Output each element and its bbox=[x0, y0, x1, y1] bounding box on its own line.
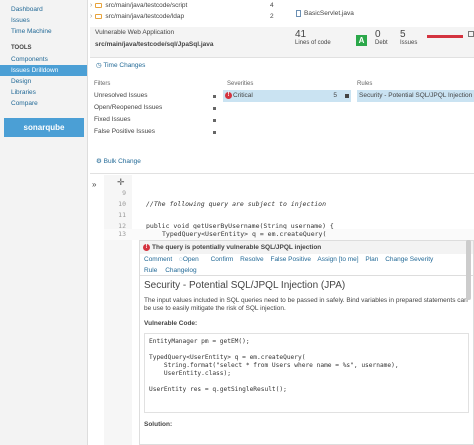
critical-icon: ! bbox=[225, 92, 232, 99]
issues-value: 5 bbox=[400, 29, 406, 40]
nav-components[interactable]: Components bbox=[0, 54, 87, 65]
folder-icon bbox=[95, 13, 103, 19]
tools-heading: TOOLS bbox=[11, 45, 32, 51]
file-count: 4 bbox=[270, 2, 274, 9]
resolve-button[interactable]: Resolve bbox=[240, 256, 263, 263]
nav-libraries[interactable]: Libraries bbox=[0, 87, 87, 98]
vulnerable-code-label: Vulnerable Code: bbox=[144, 320, 198, 327]
crosshair-icon[interactable]: ✛ bbox=[117, 177, 125, 188]
filter-label: Open/Reopened Issues bbox=[94, 104, 163, 111]
plan-button[interactable]: Plan bbox=[365, 256, 378, 263]
left-navigation: Dashboard Issues Time Machine TOOLS Comp… bbox=[0, 0, 88, 445]
chevron-right-icon: › bbox=[90, 2, 93, 9]
false-positive-button[interactable]: False Positive bbox=[270, 256, 310, 263]
code-line[interactable]: 9 bbox=[104, 188, 474, 199]
tab-rule[interactable]: Rule bbox=[144, 267, 157, 274]
nav-issues-drilldown[interactable]: Issues Drilldown bbox=[0, 65, 87, 76]
severities-heading: Severities bbox=[227, 81, 254, 87]
file-count: 2 bbox=[270, 13, 274, 20]
filter-label: False Positive Issues bbox=[94, 128, 156, 135]
code-line-issue[interactable]: 13 TypedQuery<UserEntity> q = em.createQu… bbox=[104, 229, 474, 241]
filter-false-positive[interactable]: False Positive Issues bbox=[94, 126, 216, 138]
loc-value: 41 bbox=[295, 29, 307, 40]
filters-heading: Filters bbox=[94, 81, 111, 87]
project-name[interactable]: Vulnerable Web Application bbox=[95, 29, 174, 36]
gears-icon: ⚙ bbox=[96, 158, 104, 165]
issue-actions: Comment ◌Open Confirm Resolve False Posi… bbox=[140, 254, 473, 265]
maintainability-grade: A bbox=[356, 35, 367, 46]
debt-label: Debt bbox=[375, 40, 388, 46]
filter-label: Fixed Issues bbox=[94, 116, 131, 123]
code-line[interactable]: 10 //The following query are subject to i… bbox=[104, 199, 474, 210]
folder-path: src/main/java/testcode/ldap bbox=[105, 13, 185, 20]
line-text: //The following query are subject to inj… bbox=[146, 200, 327, 208]
tab-changelog[interactable]: Changelog bbox=[165, 267, 196, 274]
status-open-label: Open bbox=[182, 256, 199, 263]
issues-severity-bar bbox=[427, 35, 463, 38]
folder-path: src/main/java/testcode/script bbox=[105, 2, 188, 9]
file-path: src/main/java/testcode/sql/JpaSql.java bbox=[95, 41, 214, 48]
scrollbar[interactable] bbox=[466, 240, 471, 300]
confirm-button[interactable]: Confirm bbox=[211, 256, 234, 263]
line-number: 13 bbox=[118, 230, 126, 238]
severity-dot bbox=[345, 94, 349, 98]
issue-message: The query is potentially vulnerable SQL/… bbox=[152, 244, 322, 251]
solution-label: Solution: bbox=[144, 421, 173, 428]
bulk-change-link[interactable]: ⚙ Bulk Change bbox=[96, 157, 141, 165]
debt-value: 0 bbox=[375, 29, 381, 40]
rules-heading: Rules bbox=[357, 81, 373, 87]
file-header: Vulnerable Web Application src/main/java… bbox=[90, 27, 474, 58]
status-open[interactable]: ◌Open bbox=[179, 256, 204, 263]
critical-icon: ! bbox=[143, 244, 150, 251]
issue-box: ! The query is potentially vulnerable SQ… bbox=[139, 240, 474, 445]
line-number: 11 bbox=[118, 211, 126, 219]
nav-dashboard[interactable]: Dashboard bbox=[0, 4, 87, 15]
file-row[interactable]: › src/main/java/testcode/script bbox=[90, 0, 280, 11]
time-changes-link[interactable]: ◷ Time Changes bbox=[96, 61, 145, 69]
comment-button[interactable]: Comment bbox=[144, 256, 172, 263]
file-name: BasicServlet.java bbox=[304, 10, 354, 17]
severity-critical-row[interactable]: ! Critical 5 bbox=[223, 90, 351, 102]
rule-row[interactable]: Security - Potential SQL/JPQL Injection bbox=[357, 90, 474, 102]
issue-header[interactable]: ! The query is potentially vulnerable SQ… bbox=[140, 241, 473, 254]
filter-label: Unresolved Issues bbox=[94, 92, 148, 99]
folder-icon bbox=[95, 2, 103, 8]
assign-button[interactable]: Assign [to me] bbox=[317, 256, 358, 263]
chevron-right-icon: › bbox=[90, 13, 93, 20]
double-chevron-right-icon[interactable]: » bbox=[92, 180, 96, 189]
lines-of-code: 41 Lines of code bbox=[295, 29, 345, 46]
code-line[interactable]: 11 bbox=[104, 210, 474, 221]
filter-dot bbox=[213, 119, 216, 122]
file-icon bbox=[296, 9, 301, 17]
line-number: 9 bbox=[122, 189, 126, 197]
severity-label: Critical bbox=[233, 92, 253, 99]
nav-compare[interactable]: Compare bbox=[0, 98, 87, 109]
filter-unresolved[interactable]: Unresolved Issues bbox=[94, 90, 216, 102]
rule-description: The input values included in SQL queries… bbox=[144, 297, 468, 312]
time-changes-label: Time Changes bbox=[103, 62, 146, 69]
bulk-change-label: Bulk Change bbox=[103, 158, 141, 165]
nav-design[interactable]: Design bbox=[0, 76, 87, 87]
filter-open-reopened[interactable]: Open/Reopened Issues bbox=[94, 102, 216, 114]
nav-issues[interactable]: Issues bbox=[0, 15, 87, 26]
debt: 0 Debt bbox=[375, 29, 388, 46]
loc-label: Lines of code bbox=[295, 40, 331, 46]
nav-time-machine[interactable]: Time Machine bbox=[0, 26, 87, 37]
file-row[interactable]: BasicServlet.java bbox=[296, 8, 354, 19]
filter-dot bbox=[213, 131, 216, 134]
issue-tabs: Rule Changelog bbox=[140, 265, 473, 276]
expand-icon[interactable] bbox=[468, 31, 474, 37]
file-row[interactable]: › src/main/java/testcode/ldap bbox=[90, 11, 280, 22]
filter-dot bbox=[213, 95, 216, 98]
filter-dot bbox=[213, 107, 216, 110]
severity-count: 5 bbox=[333, 92, 337, 99]
rule-title: Security - Potential SQL/JPQL Injection … bbox=[144, 280, 346, 291]
line-number: 10 bbox=[118, 200, 126, 208]
vulnerable-code-sample: EntityManager pm = getEM(); TypedQuery<U… bbox=[144, 333, 469, 413]
filter-fixed[interactable]: Fixed Issues bbox=[94, 114, 216, 126]
issues-count: 5 Issues bbox=[400, 29, 417, 46]
change-severity-button[interactable]: Change Severity bbox=[385, 256, 433, 263]
issues-label: Issues bbox=[400, 40, 418, 46]
sonarqube-logo: sonarqube bbox=[4, 118, 84, 137]
